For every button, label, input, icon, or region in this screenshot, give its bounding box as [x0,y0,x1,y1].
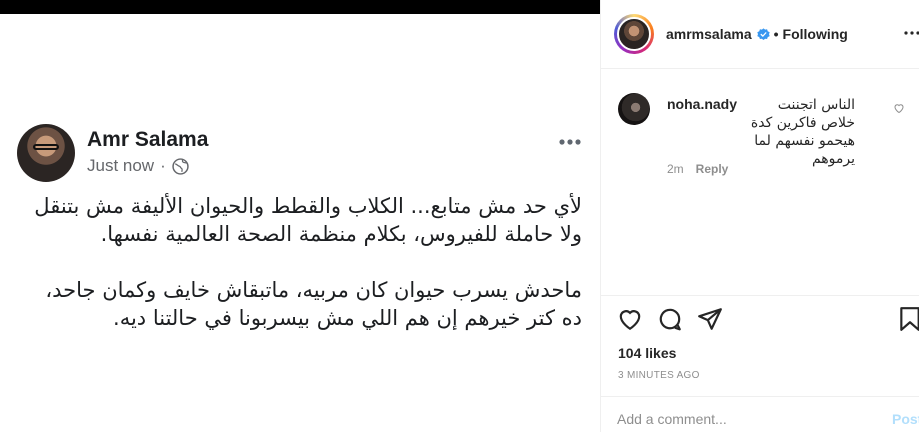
heart-icon[interactable] [617,306,643,332]
post-author-name: Amr Salama [87,128,209,151]
share-icon[interactable] [697,306,723,332]
post-header: amrmsalama • Following [601,0,919,69]
image-top-bar [0,0,600,14]
comment-like-heart-icon[interactable] [893,102,905,114]
post-image: Amr Salama Just now · لأي حد مش متابع...… [0,0,600,432]
more-horizontal-icon [559,139,581,145]
post-time: Just now [87,156,155,175]
comment-meta: 2m Reply [667,162,728,176]
post-author-avatar [17,124,75,182]
comment-username[interactable]: noha.nady [667,96,737,112]
post-paragraph-2: ماحدش يسرب حيوان كان مربيه، ماتبقاش خايف… [45,278,582,330]
more-options-icon[interactable] [903,25,919,41]
comment-composer: Post [601,396,919,432]
post-body: لأي حد مش متابع... الكلاب والقطط والحيوا… [22,192,582,360]
post-comment-button[interactable]: Post [892,411,919,427]
header-user-line: amrmsalama • Following [666,26,848,42]
post-separator: · [160,156,166,175]
post-timestamp: 3 MINUTES AGO [618,370,700,381]
action-bar [601,306,919,340]
likes-count[interactable]: 104 likes [618,345,676,361]
post-meta: Just now · [87,156,189,176]
comment-age: 2m [667,162,684,176]
bookmark-icon[interactable] [897,306,919,332]
post-paragraph-1: لأي حد مش متابع... الكلاب والقطط والحيوا… [34,194,582,246]
comment-icon[interactable] [657,306,683,332]
following-button[interactable]: Following [783,26,848,42]
verified-badge-icon [756,27,770,40]
globe-icon [172,157,189,175]
comment-text: الناس اتجننت خلاص فاكرين كدة هيحمو نفسهم… [750,97,855,167]
header-username[interactable]: amrmsalama [666,26,752,42]
reply-button[interactable]: Reply [696,162,729,176]
post-side-panel: amrmsalama • Following noha.nady الناس ا… [600,0,919,432]
comment-avatar[interactable] [618,93,650,125]
header-dot: • [773,26,779,42]
add-comment-input[interactable] [617,411,867,427]
header-avatar[interactable] [614,14,654,54]
comment-item: noha.nady الناس اتجننت خلاص فاكرين كدة ه… [601,70,919,296]
